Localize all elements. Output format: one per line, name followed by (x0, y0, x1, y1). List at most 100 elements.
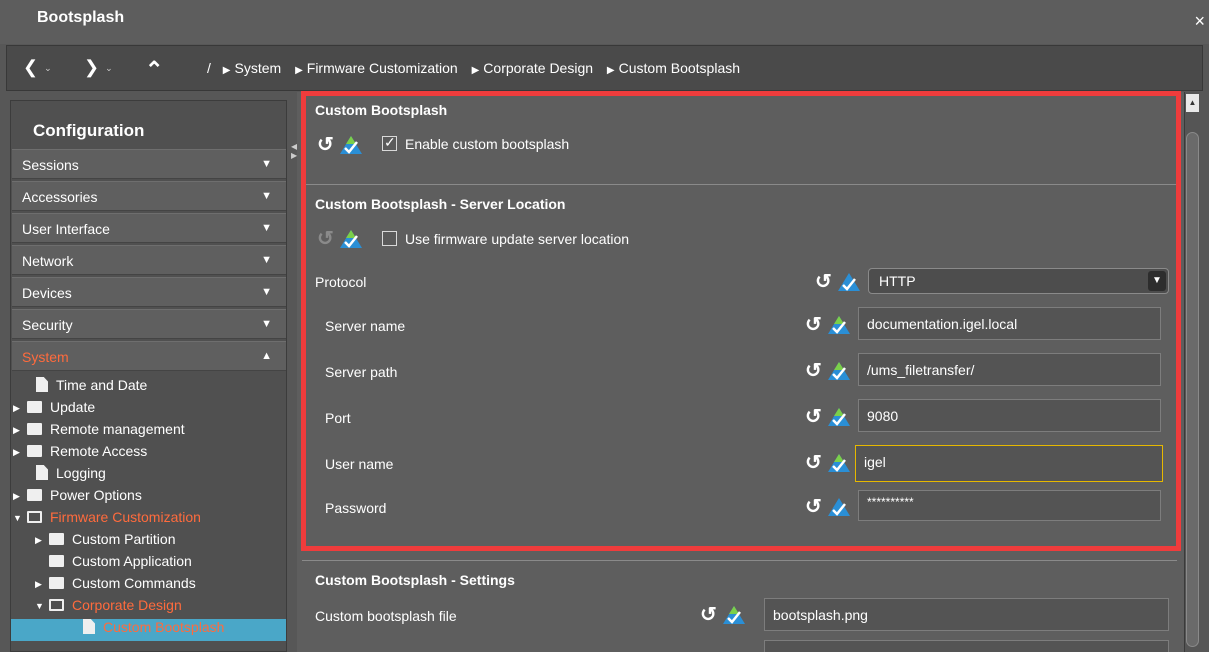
document-icon (36, 465, 48, 480)
chevron-down-icon[interactable]: ⌄ (44, 63, 52, 73)
expand-arrow-icon: ▼ (261, 222, 272, 234)
tree-item-remote-management[interactable]: ▶ Remote management (13, 421, 185, 443)
bootsplash-file-label: Custom bootsplash file (315, 608, 457, 624)
vertical-scrollbar[interactable]: ▲ (1184, 92, 1200, 652)
triangle-check-icon[interactable] (837, 272, 861, 292)
close-icon[interactable]: × (1194, 12, 1205, 30)
server-name-label: Server name (325, 318, 406, 334)
title-bar: Bootsplash × (0, 0, 1209, 44)
triangle-check-icon[interactable] (827, 497, 851, 517)
sidebar-item-system[interactable]: System ▲ (12, 341, 286, 371)
triangle-check-icon[interactable] (827, 315, 851, 335)
document-icon (36, 377, 48, 392)
breadcrumb-custom-bootsplash[interactable]: ▶ Custom Bootsplash (607, 60, 740, 76)
folder-icon (27, 445, 42, 457)
sidebar-item-sessions[interactable]: Sessions ▼ (12, 149, 286, 179)
sidebar-item-devices[interactable]: Devices ▼ (12, 277, 286, 307)
enable-custom-bootsplash-label: Enable custom bootsplash (405, 136, 570, 152)
up-button[interactable]: ⌃ (145, 59, 163, 81)
collapse-triangle-icon[interactable]: ▼ (13, 513, 27, 523)
use-firmware-server-label: Use firmware update server location (405, 231, 630, 247)
user-name-input[interactable]: igel (855, 445, 1163, 482)
section-title-server-location: Custom Bootsplash - Server Location (315, 196, 566, 212)
folder-icon (49, 533, 64, 545)
breadcrumb-corporate-design[interactable]: ▶ Corporate Design (472, 60, 593, 76)
section-title-custom-bootsplash: Custom Bootsplash (315, 102, 448, 118)
breadcrumb-firmware-customization[interactable]: ▶ Firmware Customization (295, 60, 458, 76)
tree-item-time-and-date[interactable]: Time and Date (36, 377, 147, 399)
sidebar-item-network[interactable]: Network ▼ (12, 245, 286, 275)
bootsplash-file-input[interactable]: bootsplash.png (764, 598, 1169, 631)
sidebar-item-security[interactable]: Security ▼ (12, 309, 286, 339)
back-button[interactable]: ❮ ⌄ (23, 57, 52, 78)
tree-item-logging[interactable]: Logging (36, 465, 106, 487)
reset-arrow-icon[interactable]: ↺ (700, 604, 717, 626)
reset-arrow-icon[interactable]: ↺ (805, 406, 822, 428)
collapse-triangle-icon[interactable]: ▼ (35, 601, 49, 611)
tree-item-custom-bootsplash[interactable]: Custom Bootsplash (11, 619, 286, 641)
reset-arrow-icon[interactable]: ↺ (805, 360, 822, 382)
user-name-label: User name (325, 456, 394, 472)
forward-button[interactable]: ❯ ⌄ (84, 57, 113, 78)
use-firmware-server-checkbox[interactable] (382, 231, 397, 246)
scroll-up-icon[interactable]: ▲ (1186, 94, 1199, 112)
document-icon (83, 619, 95, 634)
expand-triangle-icon[interactable]: ▶ (35, 579, 49, 590)
tree-item-remote-access[interactable]: ▶ Remote Access (13, 443, 147, 465)
reset-arrow-icon[interactable]: ↺ (317, 228, 334, 250)
triangle-check-icon[interactable] (339, 229, 363, 249)
tree-item-custom-partition[interactable]: ▶ Custom Partition (35, 531, 175, 553)
tree-item-custom-commands[interactable]: ▶ Custom Commands (35, 575, 196, 597)
password-label: Password (325, 500, 387, 516)
parameter-icons: ↺ (700, 604, 748, 626)
triangle-check-icon[interactable] (827, 453, 851, 473)
expand-arrow-icon: ▼ (261, 158, 272, 170)
expand-arrow-icon: ▼ (261, 286, 272, 298)
triangle-check-icon[interactable] (827, 361, 851, 381)
enable-custom-bootsplash-checkbox[interactable] (382, 134, 397, 151)
scrollbar-thumb[interactable] (1186, 132, 1199, 647)
expand-triangle-icon[interactable]: ▶ (13, 491, 27, 502)
window-title: Bootsplash (37, 9, 125, 26)
server-path-input[interactable]: /ums_filetransfer/ (858, 353, 1161, 386)
reset-arrow-icon[interactable]: ↺ (805, 452, 822, 474)
protocol-select[interactable]: HTTP ▼ (868, 268, 1169, 294)
port-input[interactable]: 9080 (858, 399, 1161, 432)
expand-triangle-icon[interactable]: ▶ (35, 535, 49, 546)
next-setting-input[interactable] (764, 640, 1169, 652)
port-label: Port (325, 410, 351, 426)
chevron-left-icon: ❮ (23, 57, 39, 77)
reset-arrow-icon[interactable]: ↺ (805, 496, 822, 518)
expand-arrow-icon: ▼ (261, 190, 272, 202)
sidebar-item-user-interface[interactable]: User Interface ▼ (12, 213, 286, 243)
tree-item-custom-application[interactable]: Custom Application (49, 553, 192, 575)
reset-arrow-icon[interactable]: ↺ (815, 271, 832, 293)
folder-icon (27, 401, 42, 413)
parameter-icons: ↺ (805, 496, 853, 518)
sidebar-item-accessories[interactable]: Accessories ▼ (12, 181, 286, 211)
expand-triangle-icon[interactable]: ▶ (13, 403, 27, 414)
triangle-right-icon: ▶ (222, 65, 231, 76)
tree-item-power-options[interactable]: ▶ Power Options (13, 487, 142, 509)
triangle-right-icon: ▶ (471, 65, 480, 76)
triangle-check-icon[interactable] (722, 605, 746, 625)
password-input[interactable]: ********** (858, 490, 1161, 521)
parameter-icons: ↺ (317, 228, 365, 250)
triangle-check-icon[interactable] (339, 135, 363, 155)
parameter-icons: ↺ (805, 452, 853, 474)
breadcrumb-root[interactable]: / (207, 60, 211, 76)
triangle-right-icon: ▶ (606, 65, 615, 76)
expand-arrow-icon: ▼ (261, 318, 272, 330)
tree-item-firmware-customization[interactable]: ▼ Firmware Customization (13, 509, 201, 531)
settings-panel: Custom Bootsplash ↺ Enable custom bootsp… (297, 92, 1184, 652)
tree-item-corporate-design[interactable]: ▼ Corporate Design (35, 597, 182, 619)
expand-triangle-icon[interactable]: ▶ (13, 425, 27, 436)
server-name-input[interactable]: documentation.igel.local (858, 307, 1161, 340)
breadcrumb-system[interactable]: ▶ System (223, 60, 281, 76)
triangle-check-icon[interactable] (827, 407, 851, 427)
tree-item-update[interactable]: ▶ Update (13, 399, 95, 421)
chevron-down-icon[interactable]: ⌄ (105, 63, 113, 73)
expand-triangle-icon[interactable]: ▶ (13, 447, 27, 458)
reset-arrow-icon[interactable]: ↺ (805, 314, 822, 336)
reset-arrow-icon[interactable]: ↺ (317, 134, 334, 156)
